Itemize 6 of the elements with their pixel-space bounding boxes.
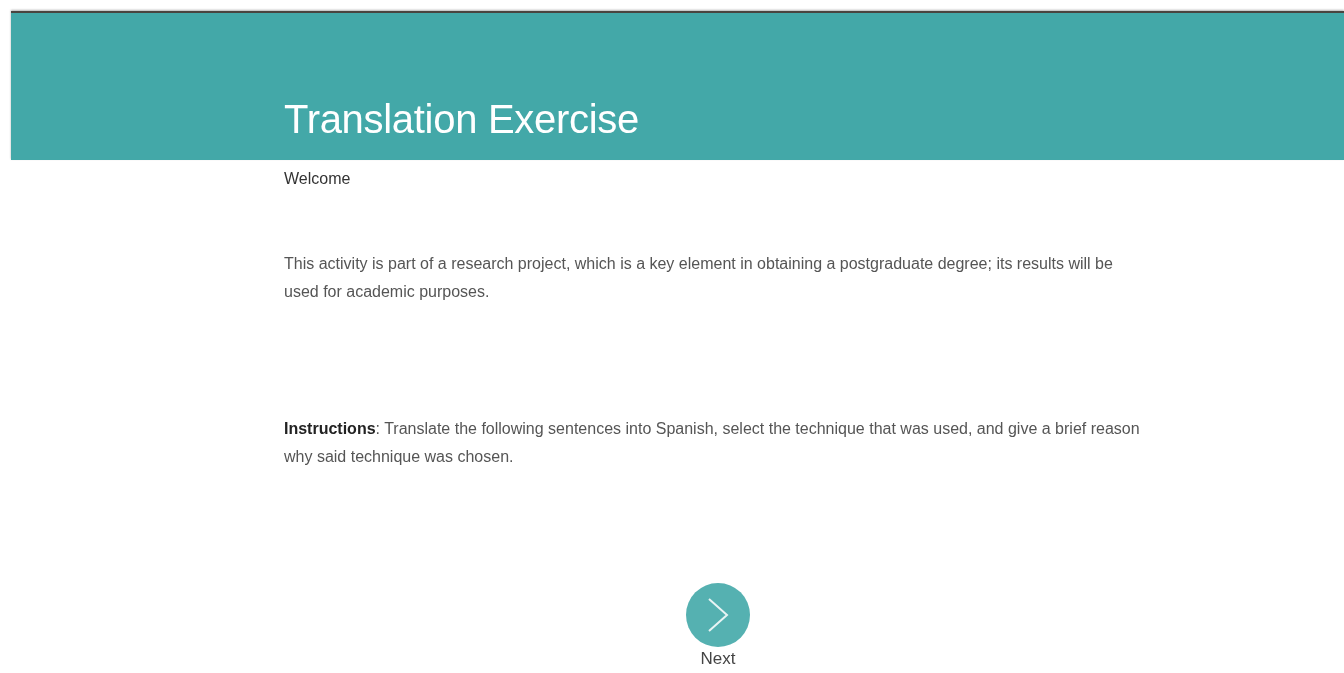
instructions-paragraph: Instructions: Translate the following sentences into Spanish, select the technique that was used, and give a brief reason why said technique was chosen.: [284, 419, 1141, 467]
next-label: Next: [700, 649, 736, 669]
chevron-right-icon: [707, 597, 729, 633]
welcome-text: Welcome: [284, 170, 352, 188]
intro-paragraph: This activity is part of a research project, which is a key element in obtaining a postgraduate degree; its results will be used for academic purposes.: [284, 254, 1114, 302]
page-title: Translation Exercise: [284, 97, 639, 142]
